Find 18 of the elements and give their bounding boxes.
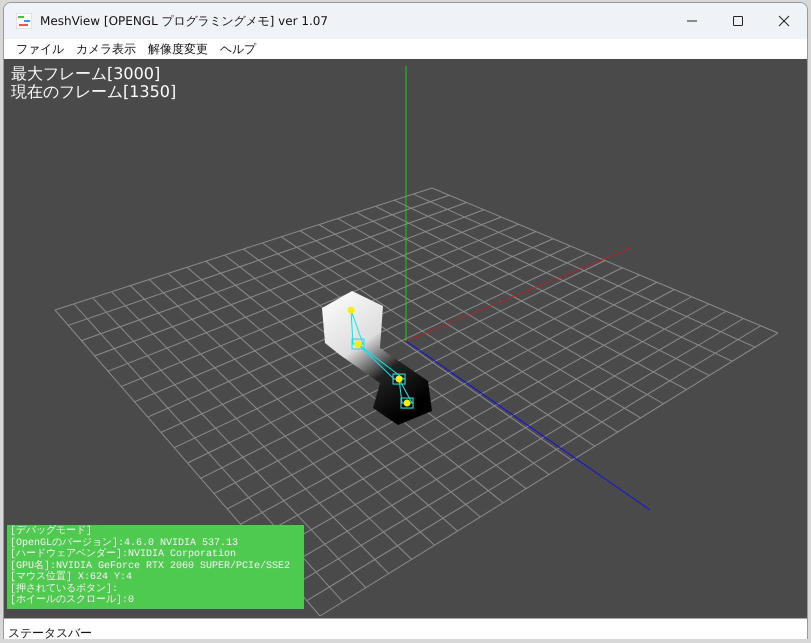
- maximize-icon: [732, 15, 744, 27]
- menu-item[interactable]: ヘルプ: [214, 40, 262, 58]
- debug-info-text: [OpenGLのバージョン]:4.6.0 NVIDIA 537.13: [10, 538, 240, 548]
- frame-info-text: 最大フレーム[3000]: [11, 65, 162, 83]
- frame-info-text: 現在のフレーム[1350]: [11, 83, 176, 101]
- debug-info-text: [押されているボタン]:: [10, 584, 120, 594]
- app-icon: [16, 13, 32, 29]
- window-title: MeshView [OPENGL プログラミングメモ] ver 1.07: [40, 12, 330, 30]
- menu-item[interactable]: ファイル: [10, 40, 70, 58]
- debug-info-text: [ハードウェアベンダー]:NVIDIA Corporation: [10, 549, 238, 560]
- debug-info-text: [ホイールのスクロール]:0: [10, 595, 136, 606]
- status-bar-text: ステータスバー: [8, 626, 92, 639]
- debug-info-text: [マウス位置] X:624 Y:4: [10, 572, 304, 584]
- menu-item[interactable]: カメラ表示: [70, 40, 142, 58]
- menu-item[interactable]: 解像度変更: [142, 40, 214, 58]
- debug-info-text: [GPU名]:NVIDIA GeForce RTX 2060 SUPER/PCIe/SSE2: [10, 560, 292, 572]
- debug-info-text: [デバッグモード]: [10, 526, 94, 538]
- close-icon: [778, 15, 790, 27]
